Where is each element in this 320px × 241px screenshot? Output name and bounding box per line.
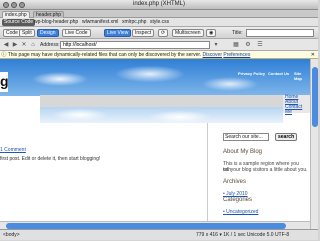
forward-icon[interactable]: ▶ <box>11 41 19 49</box>
title-bar: index.php (XHTML) <box>0 0 318 10</box>
split-view-button[interactable]: Split <box>19 29 35 37</box>
top-nav-privacy[interactable]: Privacy Policy <box>238 71 265 76</box>
status-info: 779 x 416 ▾ 1K / 1 sec Unicode 5.0 UTF-8 <box>196 232 290 238</box>
discover-link[interactable]: Discover <box>203 52 222 58</box>
nav-strip <box>40 95 283 107</box>
header-banner <box>0 59 310 96</box>
related-files-bar: Source Code wp-blog-header.php wlwmanife… <box>0 18 318 27</box>
related-file[interactable]: style.css <box>150 19 169 26</box>
about-text-line-2: tell your blog visitors a little about y… <box>223 167 308 173</box>
preferences-link[interactable]: Preferences <box>223 52 250 58</box>
about-heading: About My Blog <box>223 149 263 155</box>
document-tabs: index.php header.php <box>0 10 318 18</box>
info-icon: ⓘ <box>0 52 7 58</box>
tab-index-php[interactable]: index.php <box>2 11 30 18</box>
horizontal-scrollbar[interactable] <box>0 221 310 229</box>
options-icon[interactable]: ☰ <box>256 41 264 49</box>
dropdown-icon[interactable]: ▾ <box>212 41 220 49</box>
related-file[interactable]: wlwmanifest.xml <box>82 19 118 26</box>
status-bar: <body> 779 x 416 ▾ 1K / 1 sec Unicode 5.… <box>0 229 318 240</box>
side-nav: Home About Contact Me <box>283 95 310 115</box>
post-body: first post. Edit or delete it, then star… <box>0 156 101 162</box>
category-link-label: Uncategorized <box>226 209 259 215</box>
address-label: Address: <box>40 42 60 48</box>
window-title: index.php (XHTML) <box>132 1 186 7</box>
category-link[interactable]: • Uncategorized <box>223 209 258 215</box>
multiscreen-button[interactable]: Multiscreen <box>172 29 204 37</box>
related-file[interactable]: xmlrpc.php <box>122 19 146 26</box>
close-icon[interactable]: ✕ <box>311 51 315 59</box>
site-logo: g <box>0 72 8 92</box>
settings-icon[interactable]: ⚙ <box>244 41 252 49</box>
address-bar: ◀ ▶ ✕ ⌂ Address: http://localhost/ ▾ ▦ ⚙… <box>0 39 318 51</box>
vertical-scrollbar[interactable] <box>310 59 318 229</box>
comment-link[interactable]: 1 Comment <box>0 147 26 153</box>
related-file[interactable]: wp-blog-header.php <box>34 19 78 26</box>
title-input[interactable] <box>246 29 314 37</box>
tag-selector[interactable]: <body> <box>3 230 20 241</box>
visual-aids-icon[interactable]: ▦ <box>232 41 240 49</box>
home-icon[interactable]: ⌂ <box>29 41 37 49</box>
nav-link-contact[interactable]: Contact Me <box>283 105 310 115</box>
design-view[interactable]: g Privacy Policy Contact Us Site Map Hom… <box>0 59 310 229</box>
live-code-button[interactable]: Live Code <box>62 29 91 37</box>
source-code-button[interactable]: Source Code <box>2 19 36 26</box>
back-icon[interactable]: ◀ <box>2 41 10 49</box>
categories-heading: Categories <box>223 197 253 203</box>
info-bar: ⓘ This page may have dynamically-related… <box>0 51 318 59</box>
browser-preview-icon[interactable]: ◉ <box>206 29 217 37</box>
design-view-button[interactable]: Design <box>37 29 59 37</box>
comment-count: 1 <box>0 147 3 153</box>
stop-icon[interactable]: ✕ <box>20 41 28 49</box>
vertical-scroll-thumb[interactable] <box>312 67 318 127</box>
search-button[interactable]: search <box>275 133 298 141</box>
search-input[interactable]: Search our site... <box>223 133 269 141</box>
address-input[interactable]: http://localhost/ <box>60 41 210 49</box>
top-nav-contact[interactable]: Contact Us <box>268 71 289 76</box>
document-toolbar: Code Split Design Live Code Live View In… <box>0 27 318 39</box>
comment-label: Comment <box>4 147 26 153</box>
inspect-button[interactable]: Inspect <box>132 29 155 37</box>
live-view-button[interactable]: Live View <box>104 29 132 37</box>
info-message: This page may have dynamically-related f… <box>7 52 202 58</box>
column-divider <box>207 123 208 229</box>
content-banner <box>40 107 283 123</box>
top-nav-sitemap[interactable]: Site Map <box>294 71 310 81</box>
refresh-icon[interactable]: ⟳ <box>158 29 169 37</box>
archives-heading: Archives <box>223 179 247 185</box>
title-label: Title: <box>232 30 243 36</box>
tab-header-php[interactable]: header.php <box>33 11 65 18</box>
